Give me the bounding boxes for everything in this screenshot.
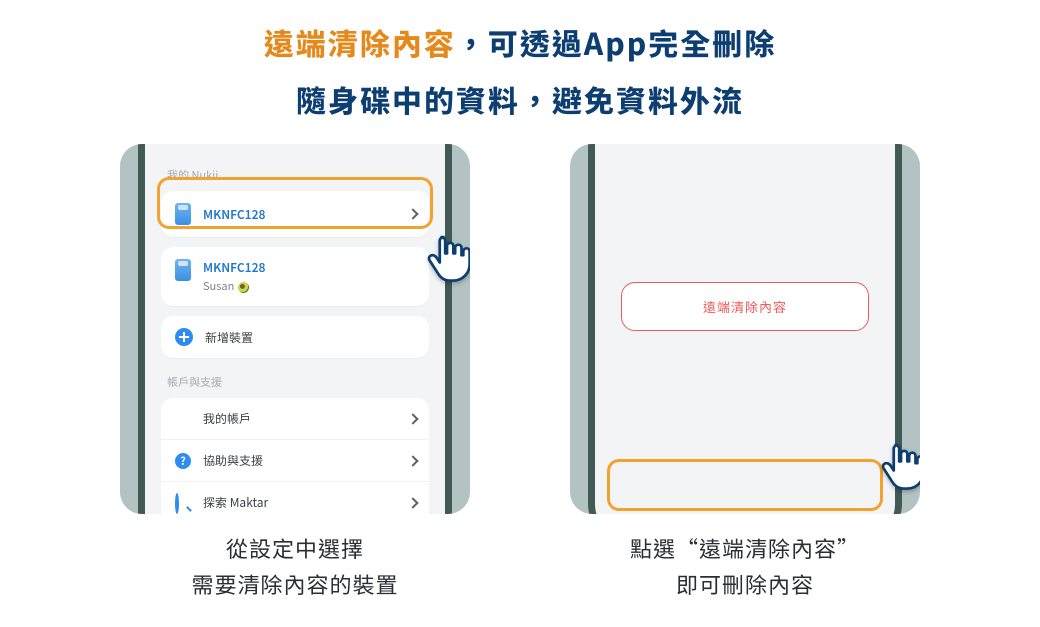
cursor-hand-icon [418, 228, 470, 286]
plus-icon [175, 328, 193, 346]
device-name: MKNFC128 [203, 259, 266, 276]
explore-maktar-label: 探索 Maktar [203, 494, 268, 511]
search-icon [175, 495, 191, 511]
phone-screenshot-left: 我的 Nukii MKNFC128 MKNFC128 [120, 144, 470, 514]
caption-right: 點選“遠端清除內容” 即可刪除內容 [570, 530, 920, 603]
my-account-label: 我的帳戶 [203, 410, 251, 427]
device-icon [175, 259, 191, 281]
explore-maktar-row[interactable]: 探索 Maktar [161, 481, 429, 514]
phone-frame-left: 我的 Nukii MKNFC128 MKNFC128 [138, 144, 452, 514]
title-line2: 隨身碟中的資料，避免資料外流 [0, 71, 1040, 128]
phone-frame-right: 共用的使用者 jacky@maktar.com susan@maktar.com [588, 144, 902, 514]
section-account-support: 帳戶與支援 [161, 368, 429, 398]
help-support-row[interactable]: ? 協助與支援 [161, 439, 429, 481]
highlight-box [157, 177, 433, 229]
caption-left: 從設定中選擇 需要清除內容的裝置 [120, 530, 470, 603]
device-card-2[interactable]: MKNFC128 Susan [161, 247, 429, 306]
add-device-label: 新增裝置 [205, 329, 253, 346]
avocado-icon [238, 282, 249, 293]
chevron-right-icon [407, 455, 418, 466]
cursor-hand-icon [872, 436, 920, 494]
panel-right: 共用的使用者 jacky@maktar.com susan@maktar.com [570, 144, 920, 603]
help-icon: ? [175, 453, 191, 469]
title-rest: ，可透過App完全刪除 [456, 20, 777, 64]
account-support-card: 我的帳戶 ? 協助與支援 探索 Maktar [161, 398, 429, 514]
user-icon [175, 411, 191, 427]
highlight-box [607, 459, 883, 511]
remote-wipe-button[interactable]: 遠端清除內容 [621, 282, 869, 331]
chevron-right-icon [407, 413, 418, 424]
panels: 我的 Nukii MKNFC128 MKNFC128 [0, 144, 1040, 603]
add-device-card[interactable]: 新增裝置 [161, 316, 429, 358]
panel-left: 我的 Nukii MKNFC128 MKNFC128 [120, 144, 470, 603]
phone-screenshot-right: 共用的使用者 jacky@maktar.com susan@maktar.com [570, 144, 920, 514]
my-account-row[interactable]: 我的帳戶 [161, 398, 429, 439]
chevron-right-icon [407, 497, 418, 508]
device-owner: Susan [203, 278, 266, 294]
help-support-label: 協助與支援 [203, 452, 263, 469]
page-title: 遠端清除內容，可透過App完全刪除 隨身碟中的資料，避免資料外流 [0, 0, 1040, 128]
title-highlight: 遠端清除內容 [264, 20, 456, 64]
